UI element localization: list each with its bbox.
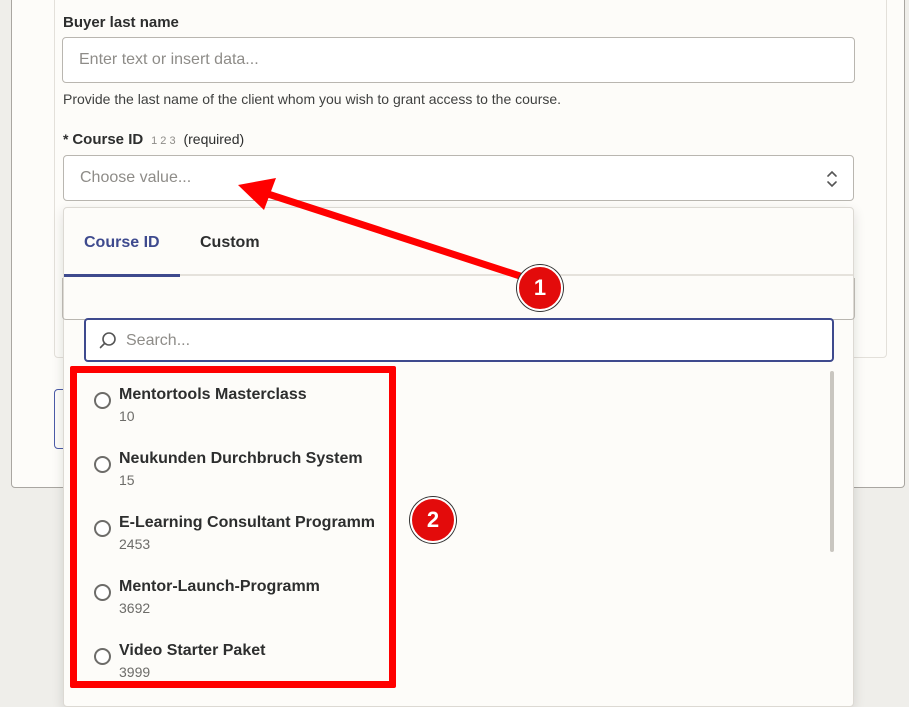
numeric-type-hint: 1 2 3 [151,135,176,147]
buyer-last-name-input[interactable]: Enter text or insert data... [62,37,855,83]
course-id-select[interactable]: Choose value... [63,155,854,201]
buyer-last-name-placeholder: Enter text or insert data... [79,51,259,68]
highlight-box [70,366,396,688]
buyer-last-name-label: Buyer last name [63,14,179,31]
chevron-up-down-icon [827,170,837,188]
tab-divider [180,274,853,276]
tab-custom[interactable]: Custom [200,234,260,252]
course-id-label: Course ID [72,131,144,148]
course-id-label-row: * Course ID 1 2 3 (required) [63,131,244,148]
underlying-field-edge [62,278,855,320]
required-star: * [63,131,69,147]
annotation-badge-1: 1 [517,265,563,311]
search-icon [99,332,116,349]
course-id-placeholder: Choose value... [80,169,192,186]
search-input[interactable]: Search... [84,318,834,362]
annotation-badge-2: 2 [410,497,456,543]
required-text: (required) [183,131,245,147]
buyer-last-name-help: Provide the last name of the client whom… [63,91,562,107]
active-tab-indicator [64,274,180,277]
tab-course-id[interactable]: Course ID [84,234,160,252]
search-placeholder: Search... [126,332,191,349]
scrollbar[interactable] [830,371,834,552]
